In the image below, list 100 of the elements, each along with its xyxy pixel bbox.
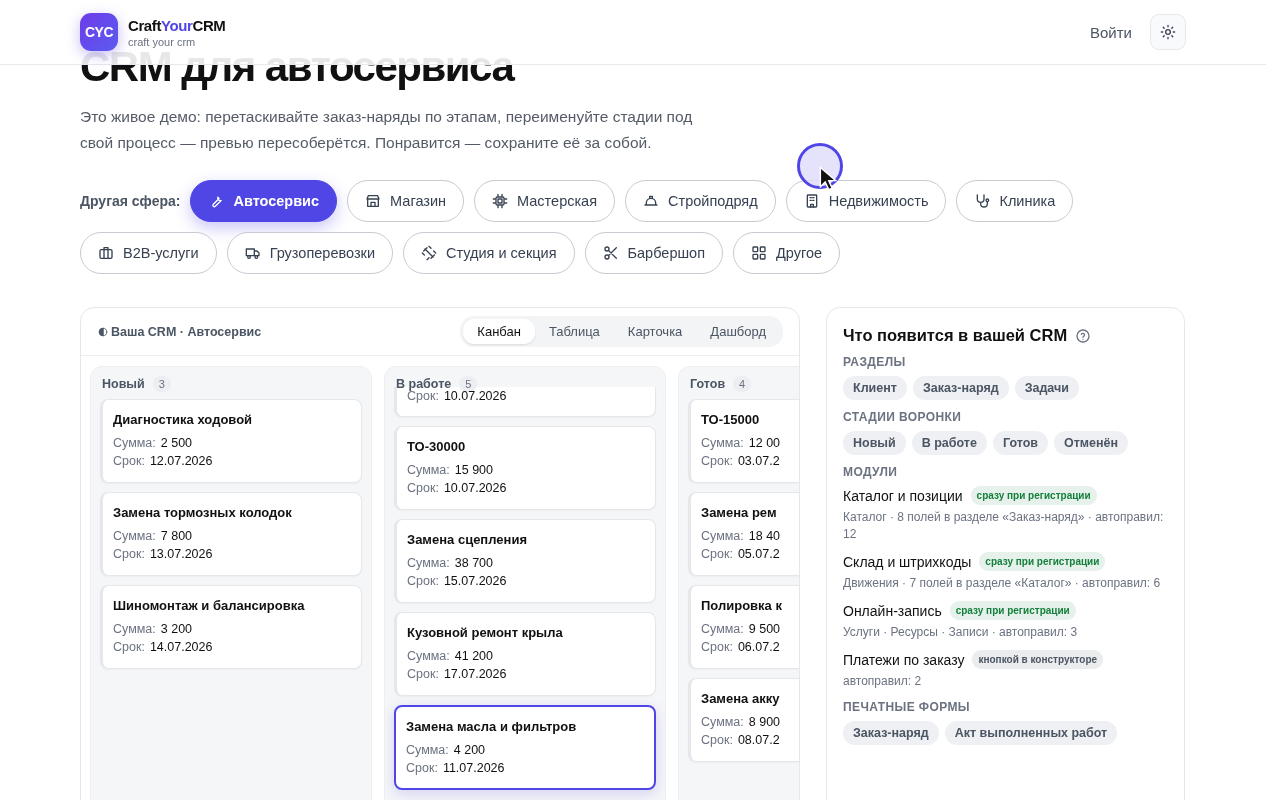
tag-chip: Заказ-наряд — [912, 376, 1009, 400]
section-heading: ПЕЧАТНЫЕ ФОРМЫ — [843, 700, 971, 714]
field-label: Срок: — [407, 389, 439, 405]
sphere-chip[interactable]: Барбершоп — [584, 232, 723, 274]
sphere-chip[interactable]: Студия и секция — [403, 232, 575, 274]
card-title: ТО-15000 — [701, 412, 761, 427]
card-title: Замена сцепления — [407, 532, 528, 547]
view-tab[interactable]: Таблица — [534, 319, 614, 344]
column-count: 4 — [733, 376, 752, 392]
order-card[interactable]: ТО-30000 Сумма: 15 900 Срок: 10.07.2026 — [394, 426, 656, 510]
sphere-chip[interactable]: Недвижимость — [785, 180, 947, 222]
card-title: Шиномонтаж и балансировка — [113, 598, 306, 613]
card-title: Замена акку — [701, 691, 781, 706]
card-title: Диагностика ходовой — [113, 412, 254, 427]
module-name: Онлайн-запись — [843, 602, 942, 619]
theme-toggle[interactable] — [1150, 14, 1186, 50]
sphere-label: Другая сфера: — [80, 193, 181, 209]
field-label: Срок: — [406, 760, 438, 777]
module-name: Платежи по заказу — [843, 651, 965, 668]
field-label: Сумма: — [113, 621, 156, 638]
order-card[interactable]: Замена сцепления Сумма: 38 700 Срок: 15.07.2026 — [394, 519, 656, 603]
sphere-chip[interactable]: Мастерская — [474, 180, 616, 222]
field-label: Сумма: — [407, 462, 450, 479]
tag-chip: Новый — [843, 431, 906, 455]
tag-chip: В работе — [911, 431, 987, 455]
view-tab[interactable]: Дашборд — [696, 319, 780, 344]
module-badge: сразу при регистрации — [949, 601, 1076, 620]
field-label: Срок: — [113, 453, 145, 470]
card-title: ТО-30000 — [407, 439, 467, 454]
briefcase-icon — [98, 245, 114, 261]
field-value: 41 200 — [454, 648, 493, 665]
field-value: 17.07.2026 — [443, 666, 507, 683]
tag-chip: Отменён — [1054, 431, 1129, 455]
field-label: Сумма: — [407, 648, 450, 665]
sphere-chip[interactable]: B2B-услуги — [80, 232, 217, 274]
order-card[interactable]: Замена масла и фильтров Сумма: 4 200 Срок: 11.07.2026 — [394, 705, 656, 790]
sun-icon — [1160, 24, 1176, 40]
field-value: 05.07.2 — [737, 546, 780, 563]
field-value: 12 00 — [748, 435, 781, 452]
field-label: Сумма: — [701, 528, 744, 545]
sphere-chip[interactable]: Клиника — [956, 180, 1074, 222]
field-value: 14.07.2026 — [149, 639, 213, 656]
tag-chip: Заказ-наряд — [843, 721, 939, 745]
view-tab[interactable]: Канбан — [463, 319, 535, 344]
sphere-chip[interactable]: Другое — [733, 232, 841, 274]
field-value: 3 200 — [160, 621, 193, 638]
field-label: Срок: — [407, 480, 439, 497]
field-label: Сумма: — [406, 742, 449, 759]
order-card[interactable]: Полировка к Сумма: 9 500 Срок: 06.07.2 — [688, 585, 799, 669]
intro-text: Это живое демо: перетаскивайте заказ-наряды по этапам, переименуйте стадии под свой процесс — превью пересоберётся. Понравится — сохраните её за собой. — [80, 107, 694, 153]
order-card[interactable]: Замена акку Сумма: 8 900 Срок: 08.07.2 — [688, 678, 799, 762]
sphere-chip[interactable]: Грузоперевозки — [226, 232, 393, 274]
field-value: 06.07.2 — [737, 639, 780, 656]
store-icon — [365, 193, 382, 209]
field-label: Срок: — [113, 639, 145, 656]
tag-chip: Готов — [992, 431, 1048, 455]
field-label: Сумма: — [407, 555, 450, 572]
field-value: 7 800 — [160, 528, 193, 545]
order-card[interactable]: Замена тормозных колодок Сумма: 7 800 Срок: 13.07.2026 — [100, 492, 362, 576]
field-value: 8 900 — [748, 714, 781, 731]
summary-title: Что появится в вашей CRM — [843, 326, 1068, 345]
tag-chip: Акт выполненных работ — [944, 721, 1118, 745]
chip-icon — [492, 193, 509, 209]
field-value: 9 500 — [748, 621, 781, 638]
field-label: Срок: — [701, 639, 733, 656]
section-heading: СТАДИИ ВОРОНКИ — [843, 410, 963, 424]
hard-hat-icon — [643, 193, 660, 209]
section-heading: МОДУЛИ — [843, 465, 899, 479]
column-title: Новый — [102, 377, 145, 391]
help-icon — [1075, 327, 1092, 344]
module-badge: сразу при регистрации — [970, 486, 1097, 505]
module-badge: кнопкой в конструкторе — [972, 650, 1104, 669]
tagline: craft your crm — [128, 35, 197, 48]
module-details: Движения · 7 полей в разделе «Каталог» · автоправил: 6 — [843, 575, 1162, 592]
card-title: Кузовной ремонт крыла — [407, 625, 564, 640]
view-tab[interactable]: Карточка — [613, 319, 697, 344]
scissors-icon — [602, 245, 619, 261]
column-title: Готов — [690, 377, 726, 391]
field-label: Срок: — [701, 732, 733, 749]
sphere-chip[interactable]: Автосервис — [190, 180, 338, 222]
order-card[interactable]: ТО-15000 Сумма: 12 00 Срок: 03.07.2 — [688, 399, 799, 483]
order-card[interactable]: Замена рем Сумма: 18 40 Срок: 05.07.2 — [688, 492, 799, 576]
field-value: 13.07.2026 — [149, 546, 213, 563]
module-details: Услуги · Ресурсы · Записи · автоправил: 3 — [843, 624, 1079, 641]
order-card[interactable]: Кузовной ремонт крыла Сумма: 41 200 Срок: 17.07.2026 — [394, 612, 656, 696]
field-label: Сумма: — [701, 621, 744, 638]
field-label: Сумма: — [701, 714, 744, 731]
logo-mark: CYC — [80, 13, 118, 51]
card-title: Замена масла и фильтров — [406, 719, 578, 734]
module-badge: сразу при регистрации — [979, 552, 1106, 571]
card-title: Замена рем — [701, 505, 778, 520]
login-link[interactable]: Войти — [1090, 23, 1132, 41]
order-card[interactable]: Шиномонтаж и балансировка Сумма: 3 200 Срок: 14.07.2026 — [100, 585, 362, 669]
sphere-chip[interactable]: Магазин — [347, 180, 465, 222]
order-card[interactable]: Диагностика ходовой Сумма: 2 500 Срок: 12.07.2026 — [100, 399, 362, 483]
sphere-chip[interactable]: Стройподряд — [625, 180, 776, 222]
card-title: Полировка к — [701, 598, 783, 613]
field-label: Срок: — [701, 546, 733, 563]
section-heading: РАЗДЕЛЫ — [843, 355, 907, 369]
field-label: Сумма: — [701, 435, 744, 452]
